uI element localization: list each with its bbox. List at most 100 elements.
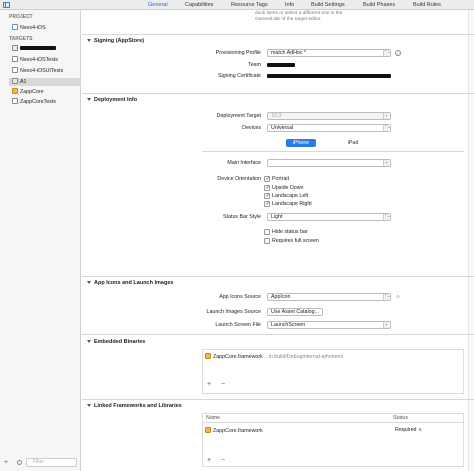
popup-arrows-icon: ⌃⌄ (383, 293, 391, 300)
status-bar-style-popup[interactable]: Light ⌃⌄ (267, 213, 391, 221)
landscape-right-label: Landscape Right (272, 201, 312, 207)
app-icons-source-label: App Icons Source (219, 294, 261, 300)
editor-scrollbar[interactable] (468, 10, 474, 471)
sidebar-item-zappcoretests[interactable]: ZappCoreTests (12, 98, 80, 106)
segment-ipad[interactable]: iPad (340, 139, 366, 147)
section-divider (82, 34, 474, 35)
test-target-icon (12, 98, 18, 104)
editor-hint-text: dock items or select a different one in … (255, 11, 343, 22)
tab-capabilities[interactable]: Capabilities (185, 1, 213, 9)
tab-resource-tags[interactable]: Resource Tags (231, 1, 268, 9)
upside-down-label: Upside Down (272, 185, 304, 191)
framework-icon (205, 427, 211, 433)
launch-images-source-label: Launch Images Source (206, 309, 261, 315)
popup-arrows-icon: ⌃⌄ (383, 49, 391, 56)
main-interface-combo[interactable]: ⌄ (267, 159, 391, 167)
launch-screen-file-combo[interactable]: LaunchScreen ⌄ (267, 321, 391, 329)
upside-down-checkbox[interactable] (264, 185, 270, 191)
filter-icon (17, 460, 22, 465)
redacted-certificate (267, 74, 391, 78)
sidebar-filter-input[interactable]: Filter (26, 458, 77, 467)
provisioning-profile-label: Provisioning Profile (215, 50, 261, 56)
app-target-icon (12, 78, 18, 84)
deployment-section-header[interactable]: Deployment Info (87, 97, 137, 103)
deployment-target-combo[interactable]: 10.3 ⌄ (267, 112, 391, 120)
landscape-left-label: Landscape Left (272, 193, 309, 199)
app-icons-source-popup[interactable]: AppIcon ⌃⌄ (267, 293, 391, 301)
subsection-divider (202, 151, 464, 152)
go-to-asset-icon[interactable]: ⊙ (395, 294, 401, 300)
table-header-divider (202, 422, 464, 423)
sidebar-item-a1[interactable]: A1 (9, 78, 81, 86)
tab-general[interactable]: General (148, 1, 168, 9)
disclosure-triangle-icon (87, 340, 91, 343)
popup-arrows-icon: ⌃⌄ (383, 213, 391, 220)
requires-full-screen-checkbox[interactable] (264, 238, 270, 244)
portrait-checkbox[interactable] (264, 176, 270, 182)
devices-label: Devices (242, 125, 261, 131)
signing-certificate-label: Signing Certificate (218, 73, 261, 79)
framework-target-icon (12, 88, 18, 94)
popup-arrows-icon: ⌄ (383, 321, 389, 328)
app-icons-section-header[interactable]: App Icons and Launch Images (87, 280, 173, 286)
redacted-target-name (20, 46, 56, 50)
launch-screen-file-label: Launch Screen File (215, 322, 261, 328)
hide-status-bar-label: Hide status bar (272, 229, 308, 235)
embedded-binaries-section-header[interactable]: Embedded Binaries (87, 339, 145, 345)
embedded-add-remove-buttons[interactable]: + − (207, 381, 229, 388)
disclosure-triangle-icon (87, 98, 91, 101)
section-divider (82, 334, 474, 335)
disclosure-triangle-icon (87, 281, 91, 284)
popup-arrows-icon: ⌄ (383, 159, 389, 166)
project-section-header: PROJECT (9, 14, 33, 20)
test-target-icon (12, 56, 18, 62)
tab-build-phases[interactable]: Build Phases (363, 1, 395, 9)
popup-arrows-icon: ⇅ (418, 427, 422, 432)
linked-frameworks-section-header[interactable]: Linked Frameworks and Libraries (87, 403, 182, 409)
column-header-name[interactable]: Name (206, 415, 220, 421)
table-row[interactable]: ZappCore.framework ...in build/Debuginte… (205, 353, 343, 360)
popup-arrows-icon: ⌃⌄ (383, 124, 391, 131)
sidebar-item-zappcore[interactable]: ZappCore (12, 88, 80, 96)
use-asset-catalog-button[interactable]: Use Asset Catalog... (267, 308, 323, 316)
target-sidebar-toggle-icon[interactable] (3, 2, 10, 8)
add-target-icon[interactable]: + (4, 459, 8, 466)
provisioning-profile-popup[interactable]: match AdHoc * ⌃⌄ (267, 49, 391, 57)
section-divider (82, 93, 474, 94)
popup-arrows-icon: ⌄ (383, 112, 389, 119)
uitest-target-icon (12, 67, 18, 73)
main-interface-label: Main Interface (227, 160, 261, 166)
editor-tab-bar: General Capabilities Resource Tags Info … (0, 0, 474, 10)
sidebar-item-project[interactable]: Nexx4-iOS (12, 24, 80, 32)
sidebar-item-redacted-target[interactable] (12, 45, 80, 53)
segment-iphone[interactable]: iPhone (286, 139, 316, 147)
devices-popup[interactable]: Universal ⌃⌄ (267, 124, 391, 132)
info-icon[interactable]: i (395, 50, 401, 56)
sidebar-item-nexx4-iosuitests[interactable]: Nexx4-iOSUITests (12, 67, 80, 75)
project-file-icon (12, 24, 18, 30)
app-target-icon (12, 45, 18, 51)
disclosure-triangle-icon (87, 39, 91, 42)
section-divider (82, 276, 474, 277)
landscape-right-checkbox[interactable] (264, 201, 270, 207)
table-row[interactable]: ZappCore.framework (205, 427, 263, 434)
signing-section-header[interactable]: Signing (AppStore) (87, 38, 144, 44)
column-header-status[interactable]: Status (393, 415, 408, 421)
deployment-target-label: Deployment Target (216, 113, 261, 119)
redacted-team (267, 63, 295, 67)
tab-build-rules[interactable]: Build Rules (413, 1, 441, 9)
framework-icon (205, 353, 211, 359)
tab-info[interactable]: Info (285, 1, 294, 9)
status-required-popup[interactable]: Required ⇅ (395, 427, 422, 433)
linked-add-remove-buttons[interactable]: + − (207, 457, 229, 464)
device-orientation-label: Device Orientation (217, 176, 261, 182)
landscape-left-checkbox[interactable] (264, 193, 270, 199)
team-label: Team (248, 62, 261, 68)
tab-build-settings[interactable]: Build Settings (311, 1, 345, 9)
hide-status-bar-checkbox[interactable] (264, 229, 270, 235)
portrait-label: Portrait (272, 176, 290, 182)
section-divider (82, 399, 474, 400)
targets-section-header: TARGETS (9, 36, 33, 42)
disclosure-triangle-icon (87, 404, 91, 407)
sidebar-item-nexx4-iostests[interactable]: Nexx4-iOSTests (12, 56, 80, 64)
